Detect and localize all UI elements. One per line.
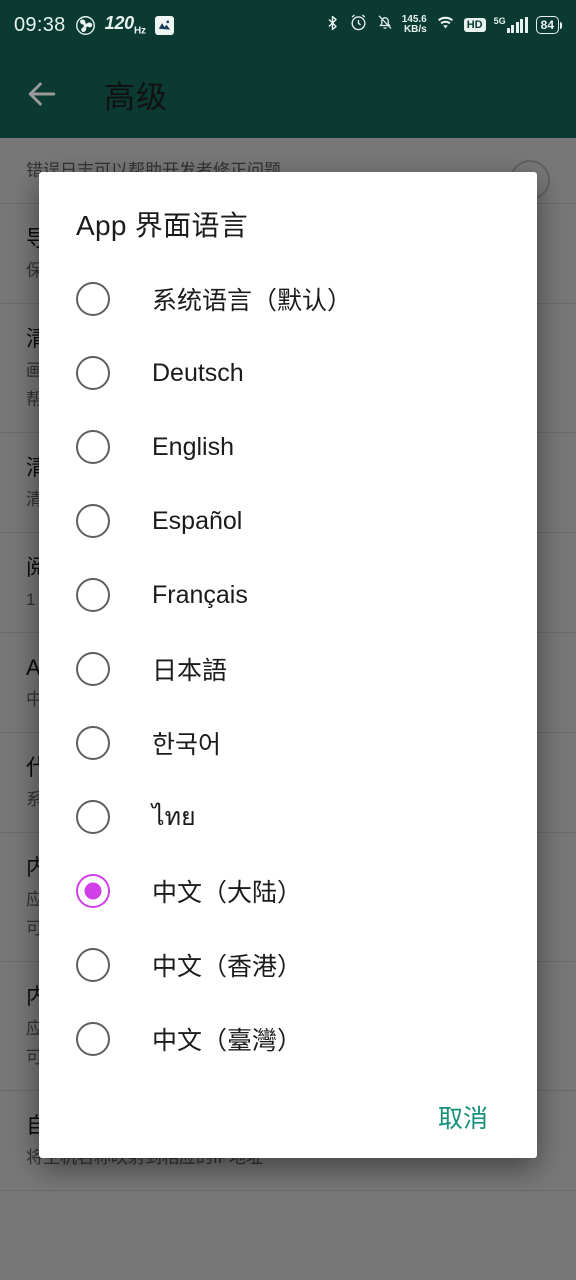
app-toolbar: 高级 [0,50,576,138]
refresh-rate-value: 120 [104,13,135,34]
radio-unselected-icon[interactable] [76,578,110,612]
status-bar-left: 09:38 120Hz [14,13,174,37]
cellular-signal-icon: 5G [494,17,528,33]
phone-screen: 错误日志可以帮助开发者修正问题导出日志保存错误日志到文件清除图片缓存画廊缓存占用… [0,0,576,1280]
status-bar-right: 145.6 KB/s HD 5G 84 [324,13,562,38]
status-bar-clock: 09:38 [14,13,66,36]
radio-unselected-icon[interactable] [76,282,110,316]
language-option-1[interactable]: Deutsch [39,336,537,410]
language-option-label: 日本語 [152,657,228,685]
signal-bars [506,17,528,33]
language-option-9[interactable]: 中文（香港） [39,928,537,1002]
bluetooth-icon [324,13,341,38]
hd-badge: HD [463,18,486,32]
refresh-rate-unit: Hz [134,25,146,37]
radio-unselected-icon[interactable] [76,726,110,760]
language-option-label: Français [152,580,248,609]
language-option-list: 系统语言（默认） Deutsch English Español Français 日本語… [39,254,537,1076]
alarm-icon [349,13,368,37]
language-option-label: English [152,432,234,461]
battery-level: 84 [535,16,559,34]
language-option-label: 中文（香港） [152,953,303,981]
language-option-label: 中文（大陆） [152,879,303,907]
page-title: 高级 [104,79,168,115]
wifi-icon [435,13,456,37]
language-option-6[interactable]: 한국어 [39,706,537,780]
language-option-2[interactable]: English [39,410,537,484]
refresh-rate-indicator: 120Hz [105,13,146,37]
dialog-title: App 界面语言 [76,210,248,241]
notification-mute-icon [376,13,394,37]
language-selection-dialog: App 界面语言 系统语言（默认） Deutsch English Español Fr… [39,172,537,1158]
language-option-4[interactable]: Français [39,558,537,632]
radio-unselected-icon[interactable] [76,948,110,982]
language-option-8[interactable]: 中文（大陆） [39,854,537,928]
signal-generation-label: 5G [493,16,506,26]
battery-indicator: 84 [535,16,562,34]
app-badge-icon [154,15,174,35]
radio-unselected-icon[interactable] [76,1022,110,1056]
radio-unselected-icon[interactable] [76,504,110,538]
status-bar: 09:38 120Hz 145.6 KB/s HD 5G 84 [0,0,576,50]
language-option-5[interactable]: 日本語 [39,632,537,706]
language-option-label: 한국어 [152,731,222,759]
language-option-3[interactable]: Español [39,484,537,558]
language-option-label: Español [152,506,243,535]
cancel-button[interactable]: 取消 [424,1091,502,1143]
radio-selected-icon[interactable] [76,874,110,908]
dialog-actions: 取消 [39,1076,537,1158]
fan-icon [75,15,96,36]
radio-unselected-icon[interactable] [76,430,110,464]
network-speed-indicator: 145.6 KB/s [402,15,427,35]
network-speed-unit: KB/s [403,24,427,35]
language-option-label: 系统语言（默认） [152,287,353,315]
back-arrow-icon[interactable] [22,74,62,114]
radio-unselected-icon[interactable] [76,800,110,834]
language-option-label: Deutsch [152,358,244,387]
battery-tip [560,21,562,29]
language-option-label: 中文（臺灣） [152,1027,303,1055]
language-option-10[interactable]: 中文（臺灣） [39,1002,537,1076]
radio-unselected-icon[interactable] [76,356,110,390]
radio-unselected-icon[interactable] [76,652,110,686]
language-option-0[interactable]: 系统语言（默认） [39,262,537,336]
language-option-label: ไทย [152,803,196,831]
language-option-7[interactable]: ไทย [39,780,537,854]
